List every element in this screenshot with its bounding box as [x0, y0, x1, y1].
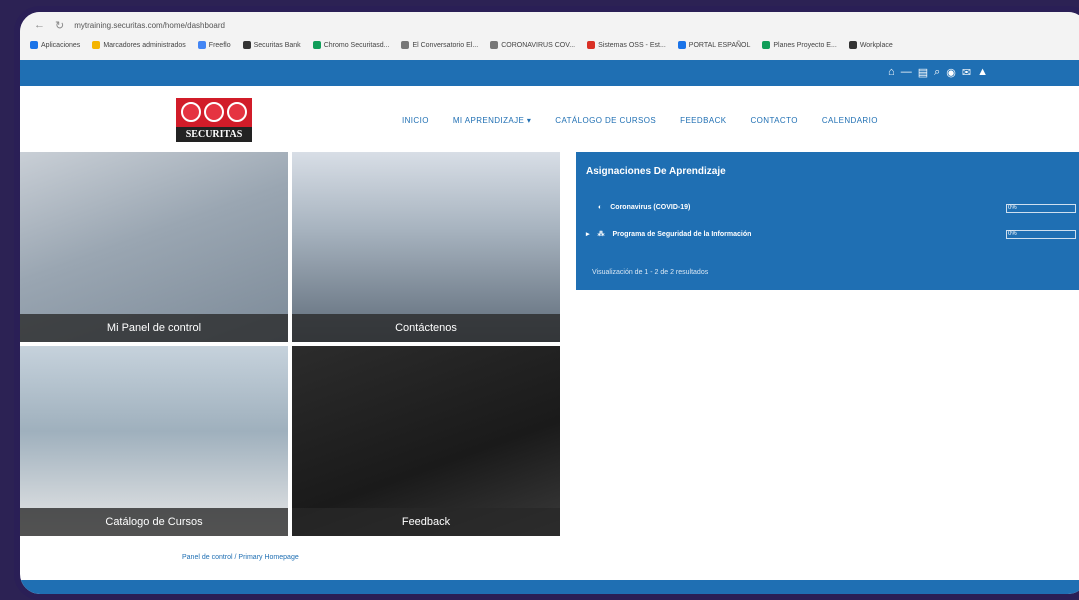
bookmarks-bar: Aplicaciones Marcadores administrados Fr… — [30, 37, 1078, 53]
browser-frame: ← ↻ mytraining.securitas.com/home/dashbo… — [14, 6, 1079, 600]
bookmark[interactable]: Aplicaciones — [30, 41, 80, 49]
bookmark[interactable]: PORTAL ESPAÑOL — [677, 41, 750, 49]
bookmark[interactable]: Sistemas OSS - Est... — [587, 41, 666, 49]
nav-item-calendario[interactable]: CALENDARIO — [822, 116, 878, 125]
course-icon: ◐ — [598, 204, 603, 211]
mail-icon[interactable]: ✉ — [962, 66, 971, 79]
bookmark[interactable]: CORONAVIRUS COV... — [490, 41, 575, 49]
tile-contactenos[interactable]: Contáctenos — [292, 152, 560, 342]
nav-item-feedback[interactable]: FEEDBACK — [680, 116, 726, 125]
home-icon[interactable]: ⌂ — [888, 66, 895, 79]
minus-icon[interactable]: — — [901, 66, 912, 79]
tile-caption: Feedback — [292, 508, 560, 536]
search-icon[interactable]: ⌕ — [934, 66, 940, 79]
user-icon[interactable]: ◉ — [946, 66, 956, 79]
tile-caption: Contáctenos — [292, 314, 560, 342]
logo-text: SECURITAS — [176, 127, 252, 142]
bookmark[interactable]: Securitas Bank — [242, 41, 301, 49]
panel-title: Asignaciones De Aprendizaje — [586, 166, 726, 177]
nav-item-contacto[interactable]: CONTACTO — [750, 116, 797, 125]
nav-item-catalogo[interactable]: CATÁLOGO DE CURSOS — [555, 116, 656, 125]
site-header: SECURITAS INICIO MI APRENDIZAJE ▾ CATÁLO… — [20, 86, 1079, 152]
assignment-row[interactable]: ◐ Coronavirus (COVID-19) 0% — [598, 204, 1076, 213]
main-nav: INICIO MI APRENDIZAJE ▾ CATÁLOGO DE CURS… — [402, 116, 878, 125]
assignment-label: Coronavirus (COVID-19) — [610, 204, 691, 211]
address-bar[interactable]: ← ↻ mytraining.securitas.com/home/dashbo… — [34, 18, 225, 32]
progress-percent: 0% — [1008, 231, 1017, 237]
nav-item-mi-aprendizaje[interactable]: MI APRENDIZAJE ▾ — [453, 116, 531, 125]
program-icon: ⁂ — [597, 231, 605, 238]
tile-mi-panel[interactable]: Mi Panel de control — [20, 152, 288, 342]
progress-percent: 0% — [1008, 205, 1017, 211]
browser-chrome: ← ↻ mytraining.securitas.com/home/dashbo… — [20, 12, 1079, 61]
nav-item-inicio[interactable]: INICIO — [402, 116, 429, 125]
bell-icon[interactable]: ▲ — [977, 66, 988, 79]
assignment-row[interactable]: ▸ ⁂ Programa de Seguridad de la Informac… — [586, 230, 1076, 239]
footer-bar — [20, 580, 1079, 594]
learning-assignments-panel: Asignaciones De Aprendizaje ◐ Coronaviru… — [576, 152, 1079, 290]
tile-catalogo[interactable]: Catálogo de Cursos — [20, 346, 288, 536]
breadcrumb[interactable]: Panel de control / Primary Homepage — [182, 554, 299, 561]
bookmark[interactable]: Marcadores administrados — [92, 41, 186, 49]
reload-icon[interactable]: ↻ — [55, 19, 64, 32]
expand-arrow-icon[interactable]: ▸ — [586, 230, 590, 238]
tile-feedback[interactable]: Feedback — [292, 346, 560, 536]
assignment-label: Programa de Seguridad de la Información — [612, 230, 752, 238]
document-icon[interactable]: ▤ — [918, 66, 928, 79]
bookmark[interactable]: Planes Proyecto E... — [762, 41, 837, 49]
bookmark[interactable]: Chromo Securitasd... — [312, 41, 389, 49]
url-text[interactable]: mytraining.securitas.com/home/dashboard — [74, 21, 225, 30]
bookmark[interactable]: Workplace — [848, 41, 893, 49]
securitas-logo[interactable]: SECURITAS — [176, 98, 252, 142]
results-summary: Visualización de 1 - 2 de 2 resultados — [592, 269, 709, 276]
top-utility-bar: ⌂ — ▤ ⌕ ◉ ✉ ▲ — [20, 60, 1079, 86]
tile-grid: Mi Panel de control Contáctenos Catálogo… — [20, 152, 580, 540]
bookmark[interactable]: El Conversatorio El... — [401, 41, 478, 49]
tile-caption: Mi Panel de control — [20, 314, 288, 342]
back-icon[interactable]: ← — [34, 19, 45, 31]
tile-caption: Catálogo de Cursos — [20, 508, 288, 536]
bookmark[interactable]: Freeflo — [197, 41, 231, 49]
